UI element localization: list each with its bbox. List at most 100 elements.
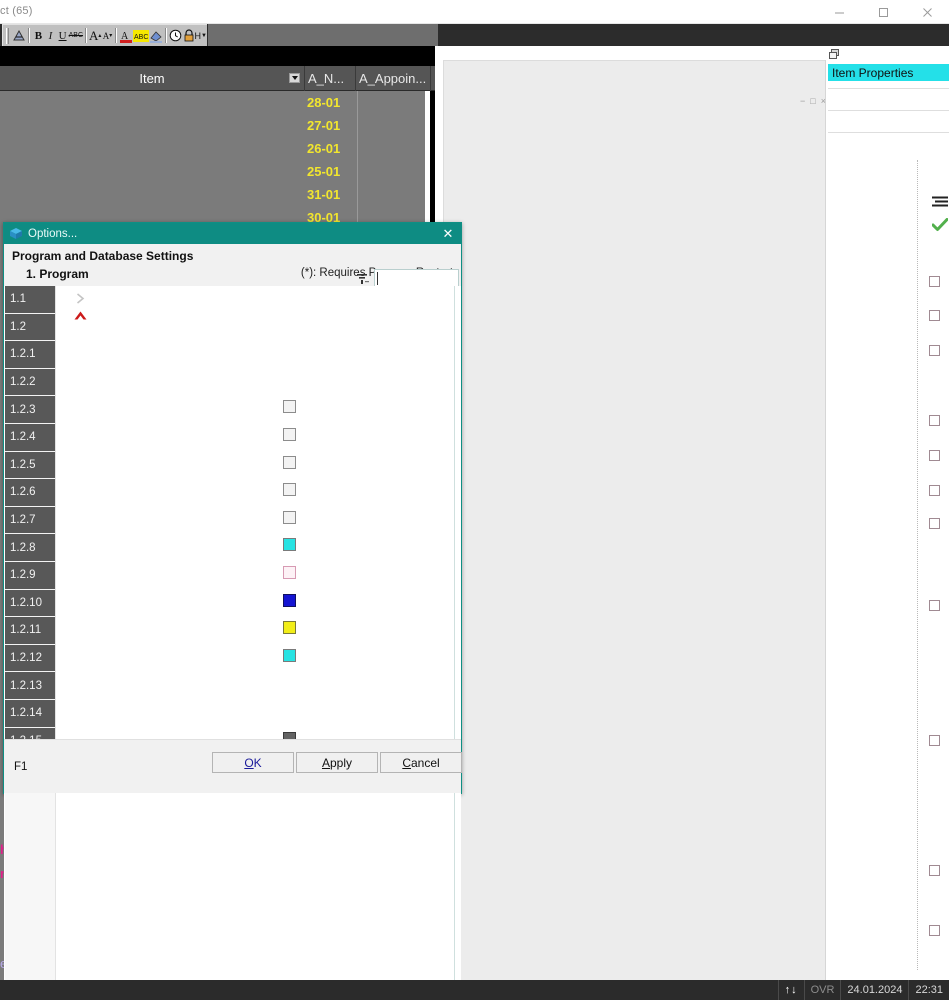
mdi-minimize-icon[interactable]: − (800, 96, 805, 106)
dialog-nav-item-label: 1.2.5 (10, 458, 36, 471)
minimize-icon[interactable] (817, 0, 861, 24)
text-highlight-icon[interactable]: ABC (133, 27, 150, 45)
toolbar-empty-area (208, 24, 438, 46)
grid-row[interactable]: 28-01 (305, 91, 365, 114)
property-checkbox[interactable] (929, 485, 940, 496)
dialog-header: Program and Database Settings 1. Program… (4, 244, 461, 287)
dialog-nav-item-1-1[interactable]: 1.1 (5, 286, 55, 314)
grid-row[interactable]: 31-01 (305, 183, 365, 206)
red-caret-icon[interactable] (73, 310, 88, 324)
cancel-button[interactable]: Cancel (380, 752, 462, 773)
mdi-restore-icon[interactable] (828, 48, 840, 60)
column-header-item[interactable]: Item (0, 65, 305, 91)
fill-color-icon[interactable] (149, 27, 163, 45)
grid-row-value: 25-01 (307, 164, 341, 179)
grid-row[interactable]: 26-01 (305, 137, 365, 160)
checkmark-icon[interactable] (931, 218, 949, 232)
status-date: 24.01.2024 (840, 980, 908, 1000)
property-checkbox[interactable] (929, 600, 940, 611)
toolbar-buttons: B I U ABC A ▴ A ▾ A ABC H ▼ (2, 24, 207, 46)
dialog-content-area (55, 286, 455, 982)
dialog-nav-item-label: 1.2.8 (10, 541, 36, 554)
status-overwrite-mode[interactable]: OVR (803, 980, 841, 1000)
strikethrough-icon[interactable]: ABC (69, 27, 83, 45)
property-checkbox[interactable] (929, 276, 940, 287)
close-icon[interactable] (905, 0, 949, 24)
filter-icon[interactable] (356, 272, 370, 286)
property-checkbox[interactable] (929, 735, 940, 746)
dialog-nav-item-label: 1.1 (10, 293, 26, 306)
option-checkbox-3[interactable] (283, 455, 296, 469)
dialog-vertical-scrollbar[interactable] (448, 286, 453, 982)
dialog-nav-item-1-2-9[interactable]: 1.2.9 (5, 561, 55, 590)
dialog-titlebar[interactable]: Options... ✕ (4, 223, 461, 244)
dialog-nav-item-label: 1.2.1 (10, 348, 36, 361)
bold-icon[interactable]: B (32, 27, 44, 45)
increase-font-size-icon[interactable]: A ▴ (89, 27, 101, 45)
grid-row[interactable]: 27-01 (305, 114, 365, 137)
grid-row[interactable]: 25-01 (305, 160, 365, 183)
dialog-nav-item-1-2-2[interactable]: 1.2.2 (5, 368, 55, 397)
subscript-icon[interactable]: H ▼ (195, 27, 207, 45)
dialog-nav-item-1-2-7[interactable]: 1.2.7 (5, 506, 55, 535)
property-checkbox[interactable] (929, 925, 940, 936)
grid-row-list: 28-01 27-01 26-01 25-01 31-01 30-01 (305, 91, 365, 229)
insert-time-icon[interactable] (169, 27, 182, 45)
color-swatch-4[interactable] (283, 621, 296, 635)
expand-chevron-icon[interactable] (74, 292, 87, 308)
dialog-nav-item-1-2-6[interactable]: 1.2.6 (5, 479, 55, 507)
column-header-a-n[interactable]: A_N... (305, 65, 356, 91)
grid-row-value: 28-01 (307, 95, 341, 110)
dialog-nav-item-1-2-8[interactable]: 1.2.8 (5, 534, 55, 562)
property-checkbox[interactable] (929, 865, 940, 876)
dialog-nav-item-1-2-13[interactable]: 1.2.13 (5, 672, 55, 700)
dialog-close-icon[interactable]: ✕ (439, 225, 457, 242)
options-dialog: Options... ✕ Program and Database Settin… (3, 222, 462, 982)
color-swatch-5[interactable] (283, 648, 296, 662)
toolbar-separator (28, 28, 31, 43)
dialog-nav-item-1-2-10[interactable]: 1.2.10 (5, 589, 55, 618)
underline-icon[interactable]: U (57, 27, 69, 45)
dialog-nav-item-label: 1.2.3 (10, 403, 36, 416)
property-checkbox[interactable] (929, 415, 940, 426)
toolbar-grip[interactable] (6, 27, 10, 44)
option-checkbox-1[interactable] (283, 400, 296, 414)
align-left-icon[interactable] (932, 196, 949, 208)
property-checkbox[interactable] (929, 450, 940, 461)
dialog-nav-item-1-2-12[interactable]: 1.2.12 (5, 644, 55, 673)
color-swatch-1[interactable] (283, 538, 296, 552)
option-checkbox-5[interactable] (283, 510, 296, 524)
italic-icon[interactable]: I (44, 27, 56, 45)
dialog-nav-item-1-2-11[interactable]: 1.2.11 (5, 617, 55, 645)
ok-button[interactable]: OK (212, 752, 294, 773)
maximize-icon[interactable] (861, 0, 905, 24)
column-filter-dropdown-icon[interactable] (289, 72, 300, 83)
column-header-a-appointment[interactable]: A_Appoin... (356, 65, 431, 91)
highlight-format-icon[interactable] (12, 27, 26, 45)
property-checkbox[interactable] (929, 518, 940, 529)
dialog-nav-item-label: 1.2.9 (10, 569, 36, 582)
app-titlebar: ct (65) (0, 0, 949, 24)
property-checkbox[interactable] (929, 310, 940, 321)
mdi-restore-down-icon[interactable]: □ (810, 96, 815, 106)
color-swatch-3[interactable] (283, 593, 296, 607)
decrease-font-size-icon[interactable]: A ▾ (101, 27, 113, 45)
application-window: ct (65) B I U ABC A ▴ A ▾ A ABC H ▼ Item… (0, 0, 949, 1000)
lock-icon[interactable] (182, 27, 194, 45)
dialog-nav-item-1-2-3[interactable]: 1.2.3 (5, 396, 55, 424)
dialog-nav-item-1-2-1[interactable]: 1.2.1 (5, 341, 55, 369)
dialog-nav-item-label: 1.2.10 (10, 596, 42, 609)
option-checkbox-4[interactable] (283, 483, 296, 497)
property-checkbox[interactable] (929, 345, 940, 356)
dialog-nav-item-1-2-14[interactable]: 1.2.14 (5, 699, 55, 728)
font-color-icon[interactable]: A (119, 27, 133, 45)
dialog-nav-item-1-2-5[interactable]: 1.2.5 (5, 451, 55, 480)
filter-input[interactable] (374, 269, 459, 287)
apply-button[interactable]: Apply (296, 752, 378, 773)
color-swatch-2[interactable] (283, 566, 296, 579)
dialog-nav-item-1-2[interactable]: 1.2 (5, 313, 55, 342)
option-checkbox-2[interactable] (283, 428, 296, 441)
dialog-nav-item-1-2-4[interactable]: 1.2.4 (5, 423, 55, 452)
dialog-header-subtitle: 1. Program (26, 267, 89, 281)
formatting-toolbar: B I U ABC A ▴ A ▾ A ABC H ▼ (0, 24, 949, 46)
